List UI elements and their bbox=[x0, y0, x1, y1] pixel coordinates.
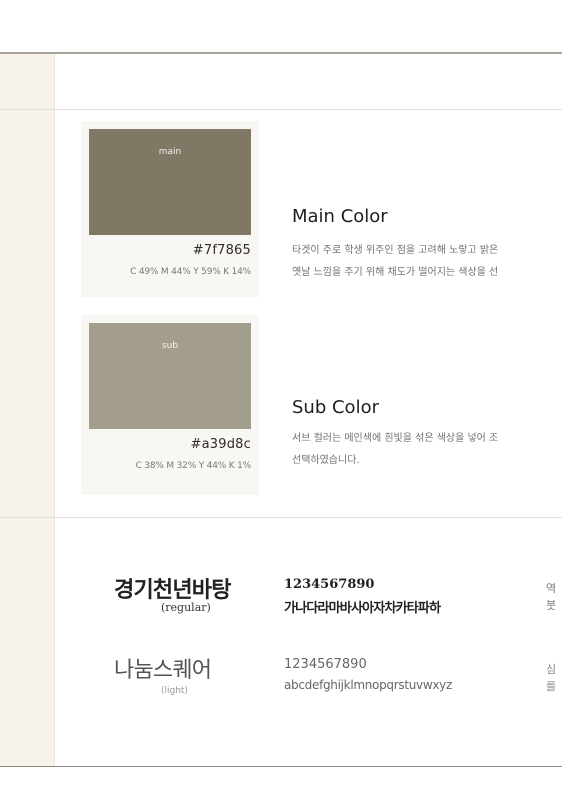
left-band-border bbox=[54, 54, 55, 766]
sub-color-cmyk: C 38% M 32% Y 44% K 1% bbox=[135, 461, 252, 471]
sub-color-description: 서브 컬러는 메인색에 흰빛을 섞은 색상을 넣어 조 선택하였습니다. bbox=[292, 428, 498, 472]
left-band bbox=[0, 54, 54, 766]
bottom-rule bbox=[0, 766, 562, 767]
main-color-title: Main Color bbox=[292, 206, 388, 227]
font-1-edge-line: 역 bbox=[546, 582, 557, 595]
sub-color-title: Sub Color bbox=[292, 397, 379, 418]
header-divider bbox=[0, 109, 562, 110]
main-color-description: 타겟이 주로 학생 위주인 점을 고려해 노랗고 밝은 옛날 느낌을 주기 위해… bbox=[292, 240, 498, 284]
sub-color-description-line: 선택하였습니다. bbox=[292, 455, 360, 466]
sub-color-swatch: sub bbox=[89, 323, 251, 429]
top-rule bbox=[0, 52, 562, 54]
font-weight-light: (light) bbox=[161, 686, 188, 696]
sub-swatch-label: sub bbox=[161, 341, 179, 351]
main-color-swatch: main bbox=[89, 129, 251, 235]
font-1-edge-line: 붓 bbox=[546, 599, 557, 612]
sub-color-card: sub #a39d8c C 38% M 32% Y 44% K 1% bbox=[81, 315, 259, 495]
main-swatch-label: main bbox=[158, 147, 182, 157]
font-sample-text-2: abcdefghijklmnopqrstuvwxyz bbox=[284, 678, 452, 692]
main-color-description-line: 타겟이 주로 학생 위주인 점을 고려해 노랗고 밝은 bbox=[292, 245, 499, 256]
design-guide-page: main #7f7865 C 49% M 44% Y 59% K 14% Mai… bbox=[0, 0, 562, 794]
sub-color-hex: #a39d8c bbox=[190, 437, 251, 452]
main-color-cmyk: C 49% M 44% Y 59% K 14% bbox=[130, 267, 251, 277]
font-2-edge-text: 심 를 bbox=[546, 661, 556, 695]
font-name-gyeonggi-batang: 경기천년바탕 bbox=[114, 577, 231, 603]
main-color-description-line: 옛날 느낌을 주기 위해 채도가 떨어지는 색상을 선 bbox=[292, 267, 499, 278]
font-sample-text-1: 가나다라마바사아자차카타파하 bbox=[284, 601, 441, 616]
font-1-edge-text: 역 붓 bbox=[546, 580, 556, 614]
section-divider bbox=[0, 517, 562, 518]
font-sample-numbers-1: 1234567890 bbox=[284, 577, 375, 592]
font-2-edge-line: 심 bbox=[546, 663, 557, 676]
main-color-card: main #7f7865 C 49% M 44% Y 59% K 14% bbox=[81, 121, 259, 297]
font-weight-regular: (regular) bbox=[161, 601, 211, 614]
main-color-hex: #7f7865 bbox=[192, 243, 251, 258]
font-sample-numbers-2: 1234567890 bbox=[284, 657, 367, 672]
font-name-nanum-square: 나눔스퀘어 bbox=[114, 658, 212, 683]
sub-color-description-line: 서브 컬러는 메인색에 흰빛을 섞은 색상을 넣어 조 bbox=[292, 433, 499, 444]
font-2-edge-line: 를 bbox=[546, 680, 557, 693]
